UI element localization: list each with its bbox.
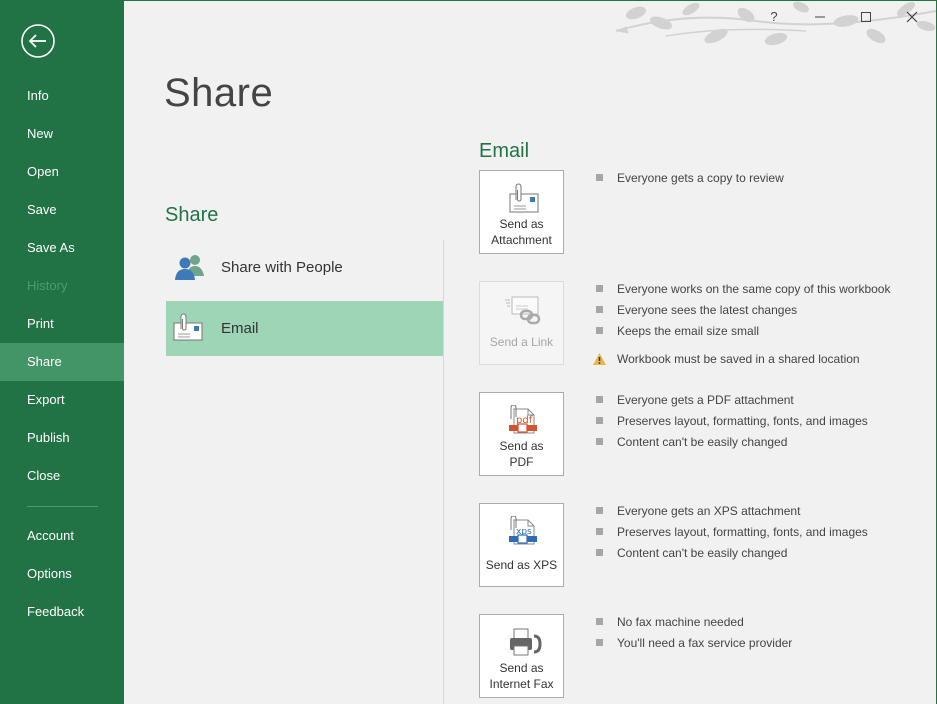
pdf-icon: pdf <box>509 405 537 434</box>
help-button[interactable]: ? <box>762 7 786 27</box>
nav-export[interactable]: Export <box>0 381 124 419</box>
send-as-xps-button[interactable]: xps Send as XPS <box>479 503 564 587</box>
bullet-item: Content can't be easily changed <box>594 543 868 564</box>
send-as-pdf-label-2: PDF <box>509 455 534 469</box>
nav-publish[interactable]: Publish <box>0 419 124 457</box>
maximize-icon <box>861 12 871 22</box>
send-as-attachment-label-2: Attachment <box>491 233 552 247</box>
email-label: Email <box>221 320 259 337</box>
send-as-pdf-button[interactable]: pdf Send as PDF <box>479 392 564 476</box>
page-title: Share <box>164 71 274 115</box>
email-attachment-icon <box>173 313 203 341</box>
email-section-title: Email <box>479 140 530 162</box>
nav-account[interactable]: Account <box>0 517 124 555</box>
bullet-item: Preserves layout, formatting, fonts, and… <box>594 411 868 432</box>
send-as-attachment-label-1: Send as <box>499 217 544 231</box>
close-button[interactable] <box>900 7 924 27</box>
fax-bullets: No fax machine needed You'll need a fax … <box>594 612 792 654</box>
section-title: Share <box>165 204 219 226</box>
send-as-fax-label-1: Send as <box>499 661 544 675</box>
bullet-item: Everyone sees the latest changes <box>594 300 890 321</box>
bullet-item: Everyone gets a copy to review <box>594 168 784 189</box>
bullet-item: Everyone gets a PDF attachment <box>594 390 868 411</box>
nav-divider <box>27 506 98 507</box>
bullet-item: Content can't be easily changed <box>594 432 868 453</box>
bullet-item: Everyone gets an XPS attachment <box>594 501 868 522</box>
nav-history: History <box>27 278 68 293</box>
nav-info[interactable]: Info <box>0 77 124 115</box>
maximize-button[interactable] <box>854 7 878 27</box>
share-pane: ? Share Share Share with People Email Em… <box>124 1 936 704</box>
pdf-bullets: Everyone gets a PDF attachment Preserves… <box>594 390 868 453</box>
bullet-item: Keeps the email size small <box>594 321 890 342</box>
nav-print[interactable]: Print <box>0 305 124 343</box>
xps-bullets: Everyone gets an XPS attachment Preserve… <box>594 501 868 564</box>
nav-close[interactable]: Close <box>0 457 124 495</box>
send-as-fax-label-2: Internet Fax <box>489 677 554 691</box>
link-bullets: Everyone works on the same copy of this … <box>593 279 890 370</box>
fax-icon <box>510 628 542 656</box>
minimize-button[interactable] <box>808 7 832 27</box>
nav-new[interactable]: New <box>0 115 124 153</box>
share-with-people-option[interactable]: Share with People <box>166 240 443 295</box>
nav-share[interactable]: Share <box>0 343 124 381</box>
back-arrow-icon <box>21 24 55 58</box>
send-a-link-label: Send a Link <box>489 335 554 349</box>
send-a-link-button: Send a Link <box>479 281 564 365</box>
send-as-attachment-button[interactable]: Send as Attachment <box>479 170 564 254</box>
attachment-bullets: Everyone gets a copy to review <box>594 168 784 189</box>
xps-icon: xps <box>509 516 537 545</box>
bullet-item: Preserves layout, formatting, fonts, and… <box>594 522 868 543</box>
send-as-internet-fax-button[interactable]: Send as Internet Fax <box>479 614 564 698</box>
warning-item: Workbook must be saved in a shared locat… <box>593 349 890 370</box>
close-icon <box>906 11 918 23</box>
nav-save-as[interactable]: Save As <box>0 229 124 267</box>
bullet-item: No fax machine needed <box>594 612 792 633</box>
email-attachment-icon <box>509 183 539 213</box>
send-as-xps-label: Send as XPS <box>485 558 558 572</box>
back-button[interactable] <box>17 20 59 62</box>
share-with-people-label: Share with People <box>221 259 343 276</box>
nav-save[interactable]: Save <box>0 191 124 229</box>
email-link-icon <box>505 296 541 325</box>
pane-divider <box>443 240 444 704</box>
nav-options[interactable]: Options <box>0 555 124 593</box>
minimize-icon <box>815 16 825 18</box>
bullet-item: You'll need a fax service provider <box>594 633 792 654</box>
send-as-pdf-label-1: Send as <box>499 439 544 453</box>
nav-open[interactable]: Open <box>0 153 124 191</box>
nav-feedback[interactable]: Feedback <box>0 593 124 631</box>
email-option[interactable]: Email <box>166 301 443 356</box>
warning-icon <box>593 353 606 365</box>
people-icon <box>175 255 204 280</box>
bullet-item: Everyone works on the same copy of this … <box>594 279 890 300</box>
backstage-sidebar: Info New Open Save Save As History Print… <box>0 0 124 704</box>
